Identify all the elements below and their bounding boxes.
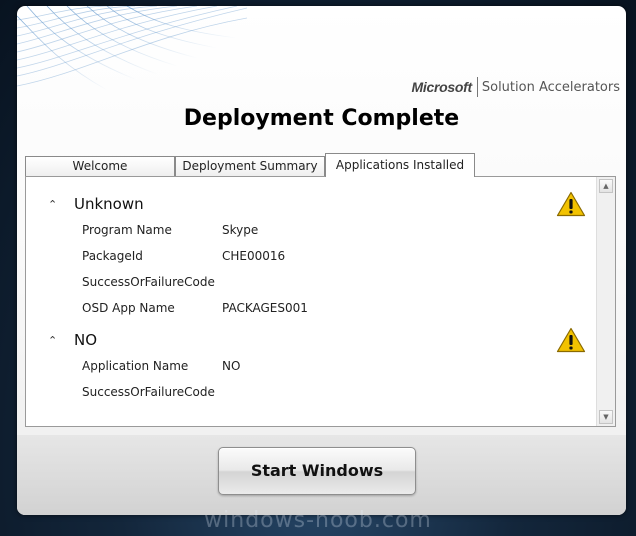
chevron-up-icon[interactable]: ⌃	[48, 198, 74, 211]
solution-accelerators-logo: Microsoft Solution Accelerators	[412, 76, 620, 98]
microsoft-wordmark: Microsoft	[411, 79, 473, 95]
tab-deployment-summary[interactable]: Deployment Summary	[175, 156, 325, 176]
field-label: Application Name	[82, 359, 189, 373]
warning-icon	[556, 191, 586, 217]
field-value: PACKAGES001	[222, 301, 308, 315]
warning-icon	[556, 327, 586, 353]
deployment-wizard-window: Microsoft Solution Accelerators Deployme…	[17, 6, 626, 515]
field-value: NO	[222, 359, 241, 373]
field-value: Skype	[222, 223, 259, 237]
tab-applications-installed[interactable]: Applications Installed	[325, 153, 475, 177]
applications-list: ⌃ Unknown Program Name Skype PackageId C…	[26, 177, 596, 426]
scroll-down-button[interactable]: ▼	[599, 410, 613, 424]
start-windows-button[interactable]: Start Windows	[218, 447, 416, 495]
field-label: SuccessOrFailureCode	[82, 275, 215, 289]
chevron-up-icon[interactable]: ⌃	[48, 334, 74, 347]
group-header-no[interactable]: ⌃ NO	[48, 331, 97, 349]
product-wordmark: Solution Accelerators	[481, 79, 620, 95]
group-title: NO	[74, 331, 98, 349]
field-label: OSD App Name	[82, 301, 175, 315]
group-header-unknown[interactable]: ⌃ Unknown	[48, 195, 144, 213]
tab-welcome[interactable]: Welcome	[25, 156, 175, 176]
header-wave-graphic	[17, 6, 247, 91]
page-title: Deployment Complete	[183, 106, 460, 131]
field-value: CHE00016	[222, 249, 286, 263]
field-label: Program Name	[82, 223, 172, 237]
applications-installed-panel: ⌃ Unknown Program Name Skype PackageId C…	[25, 176, 616, 427]
vertical-scrollbar[interactable]: ▲ ▼	[596, 177, 615, 426]
logo-divider	[476, 77, 478, 97]
scroll-up-button[interactable]: ▲	[599, 179, 613, 193]
group-title: Unknown	[74, 195, 144, 213]
field-label: PackageId	[82, 249, 143, 263]
watermark: windows-noob.com	[204, 508, 432, 533]
field-label: SuccessOrFailureCode	[82, 385, 215, 399]
